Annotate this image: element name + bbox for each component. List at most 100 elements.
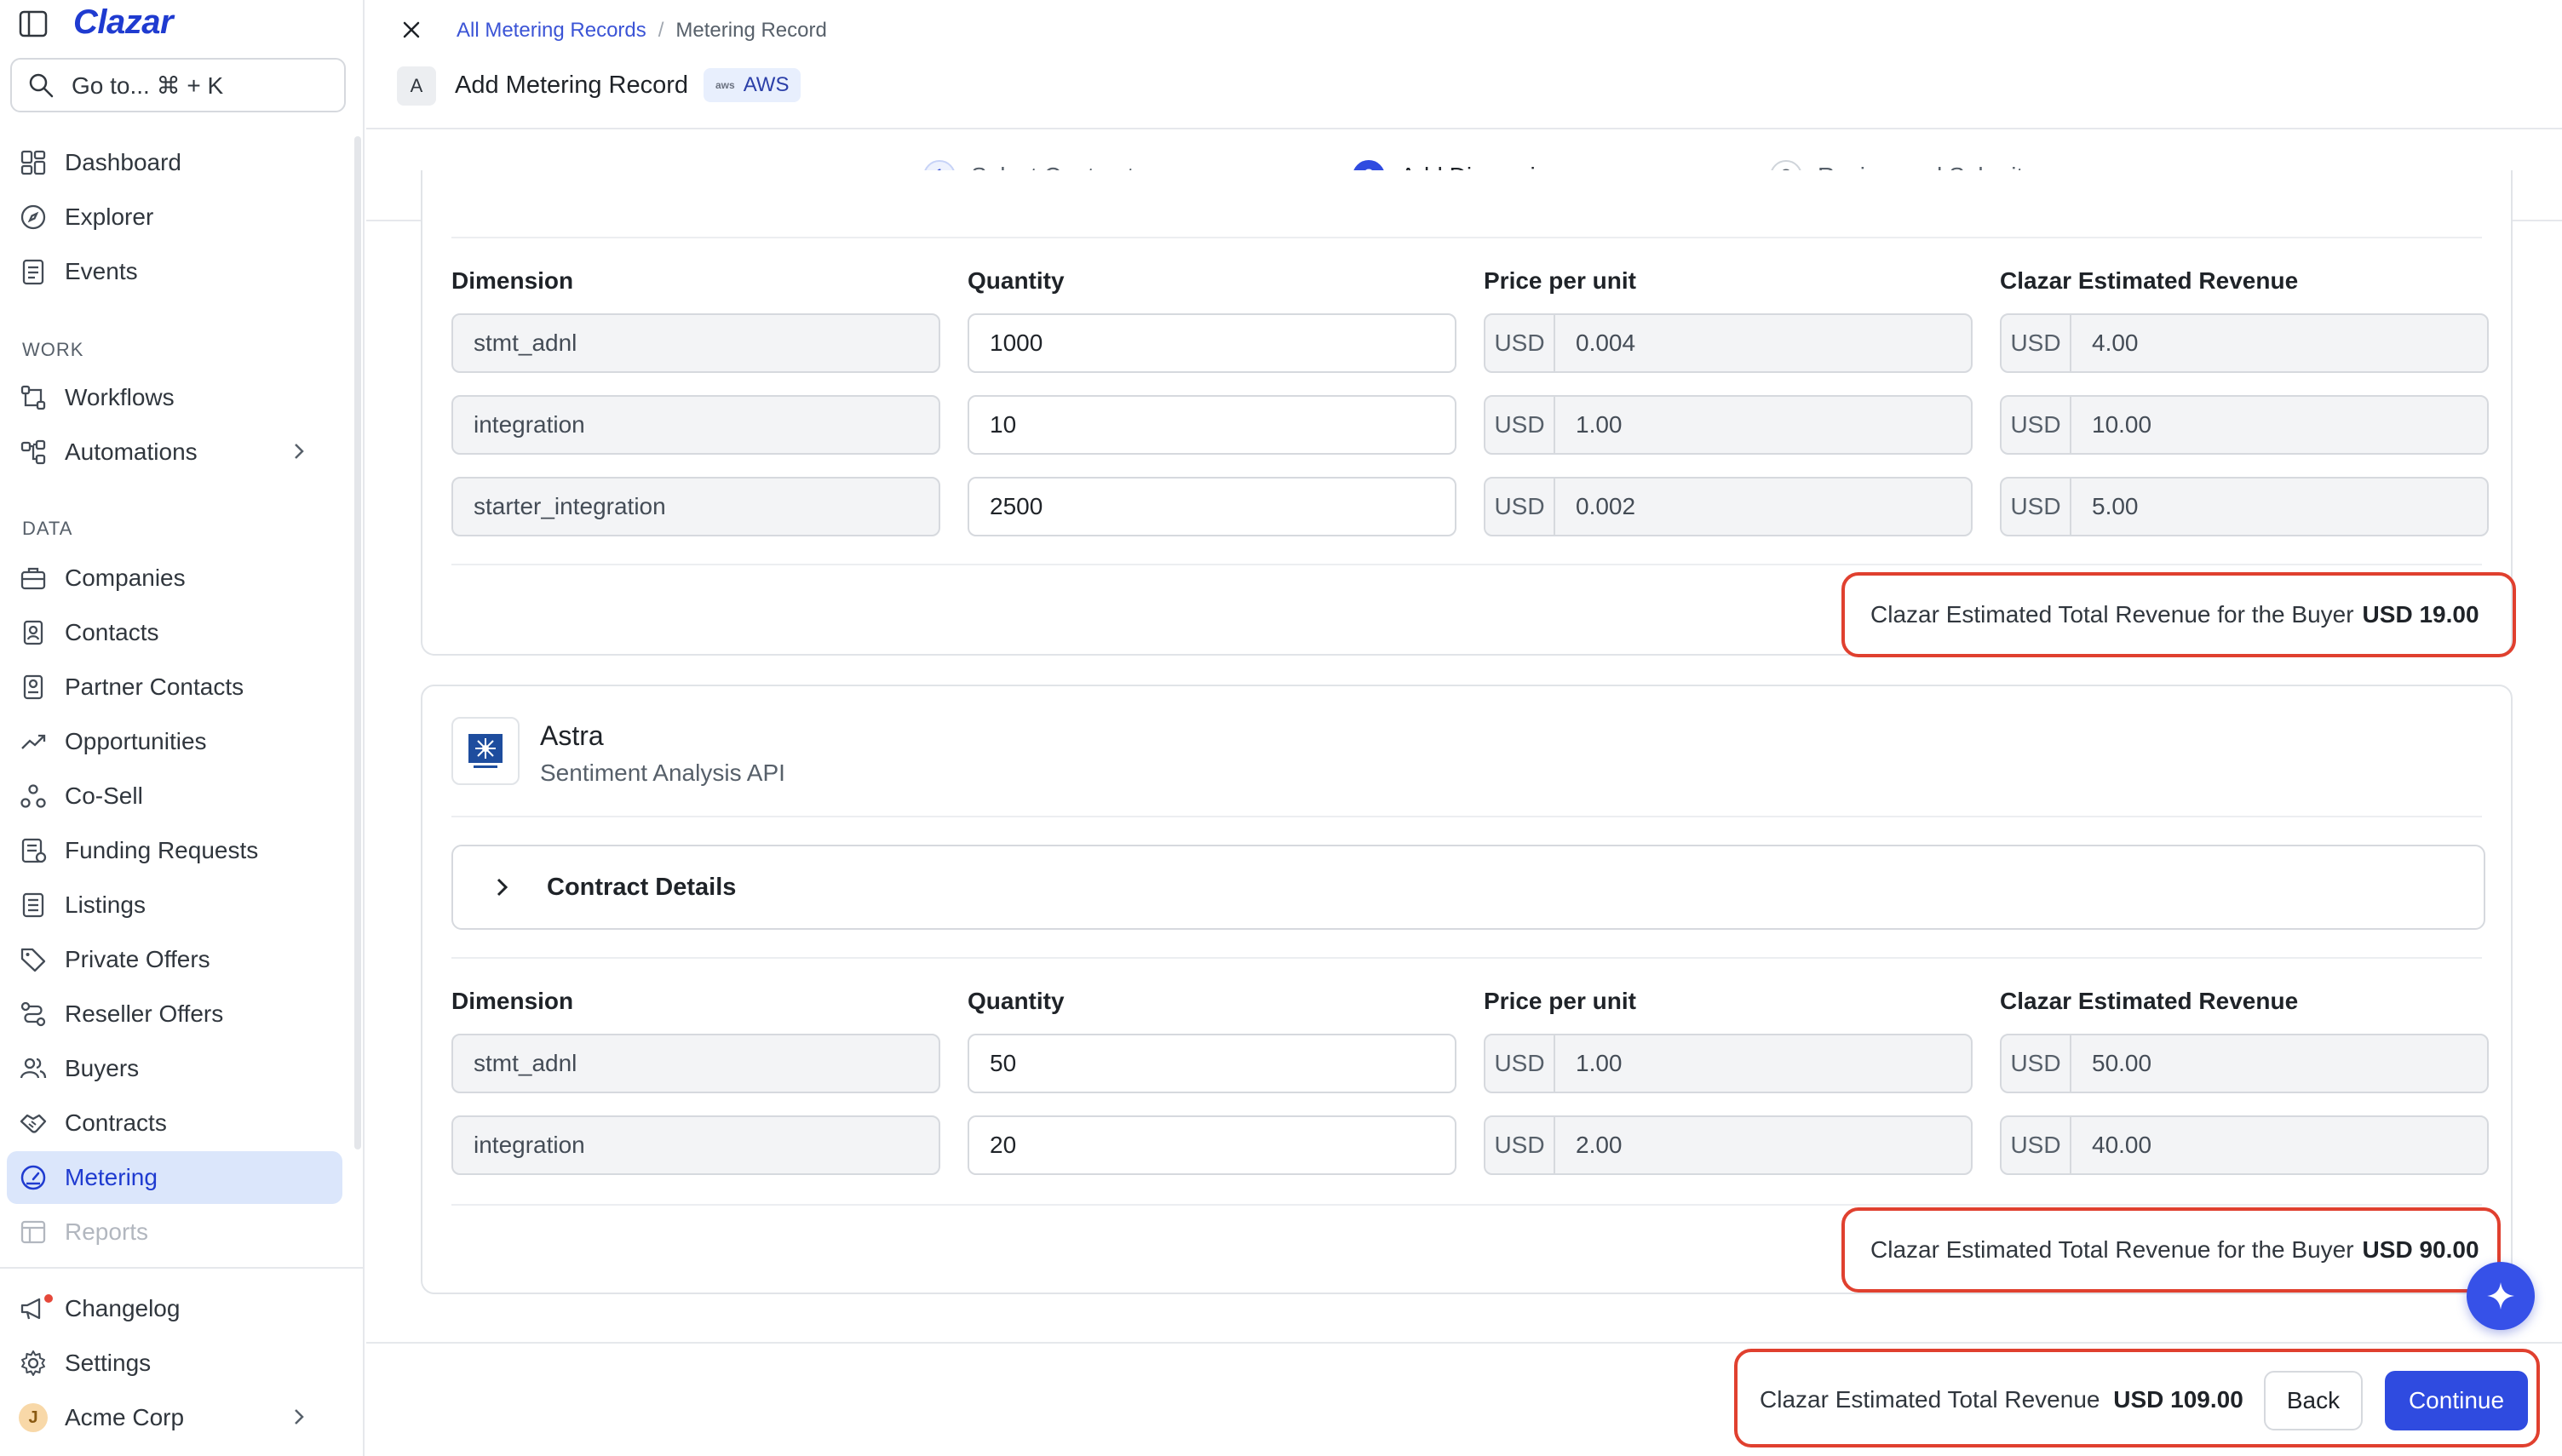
breadcrumb-current: Metering Record <box>675 19 827 42</box>
sidebar-item-metering[interactable]: Metering <box>7 1151 342 1204</box>
price-value: 0.004 <box>1576 330 1636 356</box>
currency-label: USD <box>2002 397 2071 453</box>
quantity-input[interactable]: 20 <box>968 1115 1456 1175</box>
compass-icon <box>20 204 46 230</box>
breadcrumb-separator: / <box>658 19 664 42</box>
sidebar-item-label: Buyers <box>65 1055 140 1081</box>
sidebar-item-private-offers[interactable]: Private Offers <box>7 933 342 986</box>
currency-label: USD <box>1485 1035 1555 1092</box>
quantity-input[interactable]: 2500 <box>968 477 1456 536</box>
column-header-revenue: Clazar Estimated Revenue <box>2000 267 2299 294</box>
sidebar-item-companies[interactable]: Companies <box>7 552 342 605</box>
buyer-total-revenue: Clazar Estimated Total Revenue for the B… <box>1841 1207 2501 1293</box>
grand-total-revenue: Clazar Estimated Total Revenue USD 109.0… <box>1760 1386 2243 1413</box>
ai-assistant-button[interactable] <box>2467 1262 2535 1330</box>
currency-label: USD <box>2002 1035 2071 1092</box>
quantity-input[interactable]: 10 <box>968 395 1456 455</box>
sidebar-item-label: Metering <box>65 1164 158 1190</box>
continue-button[interactable]: Continue <box>2385 1371 2528 1430</box>
dimension-value: integration <box>474 1132 585 1158</box>
tag-icon <box>20 948 46 972</box>
sidebar-item-funding-requests[interactable]: Funding Requests <box>7 824 342 877</box>
dimension-field: starter_integration <box>451 477 940 536</box>
sidebar-item-explorer[interactable]: Explorer <box>7 191 342 244</box>
currency-label: USD <box>2002 479 2071 535</box>
users-icon <box>20 1058 47 1079</box>
sidebar-item-label: Partner Contacts <box>65 674 244 700</box>
listing-icon <box>22 892 44 918</box>
app-logo[interactable]: Clazar <box>73 3 174 42</box>
quantity-value: 10 <box>990 411 1017 438</box>
sidebar-item-label: Settings <box>65 1350 152 1376</box>
price-value: 1.00 <box>1576 411 1623 438</box>
page-header: All Metering Records / Metering Record A… <box>366 0 2562 129</box>
contract-details-toggle[interactable]: Contract Details <box>451 845 2485 930</box>
sidebar-item-events[interactable]: Events <box>7 245 342 298</box>
buyer-total-revenue: Clazar Estimated Total Revenue for the B… <box>1841 572 2516 657</box>
account-avatar: J <box>19 1403 48 1432</box>
contact-card-icon <box>23 620 43 645</box>
quantity-value: 2500 <box>990 493 1043 519</box>
currency-label: USD <box>1485 315 1555 371</box>
close-icon[interactable] <box>397 15 426 44</box>
quantity-input[interactable]: 50 <box>968 1034 1456 1093</box>
sidebar-item-contracts[interactable]: Contracts <box>7 1097 342 1149</box>
sidebar-item-label: Explorer <box>65 203 154 230</box>
sidebar-toggle-icon[interactable] <box>19 10 48 37</box>
sidebar-item-account[interactable]: J Acme Corp <box>7 1391 342 1444</box>
sidebar-item-workflows[interactable]: Workflows <box>7 371 342 424</box>
record-avatar: A <box>397 66 436 106</box>
sidebar: Clazar Go to... ⌘ + K Dashboard Explorer… <box>0 0 365 1456</box>
section-label-work: WORK <box>22 339 84 360</box>
revenue-value: 10.00 <box>2092 411 2152 438</box>
sidebar-item-label: Opportunities <box>65 728 207 754</box>
partner-contact-icon <box>23 674 43 700</box>
sidebar-item-co-sell[interactable]: Co-Sell <box>7 770 342 823</box>
sidebar-scrollbar[interactable] <box>354 136 361 1149</box>
sidebar-item-listings[interactable]: Listings <box>7 879 342 931</box>
sidebar-item-contacts[interactable]: Contacts <box>7 606 342 659</box>
gear-icon <box>21 1350 45 1376</box>
breadcrumb-link[interactable]: All Metering Records <box>457 19 646 43</box>
product-name: Sentiment Analysis API <box>540 760 785 786</box>
revenue-field: USD 5.00 <box>2000 477 2489 536</box>
megaphone-icon <box>20 1298 41 1320</box>
column-header-dimension: Dimension <box>451 267 574 294</box>
sidebar-item-label: Private Offers <box>65 946 210 972</box>
column-header-price: Price per unit <box>1484 267 1636 294</box>
divider <box>451 1204 2482 1206</box>
goto-search-label: Go to... ⌘ + K <box>72 72 224 99</box>
sidebar-item-changelog[interactable]: Changelog <box>7 1282 342 1335</box>
divider <box>451 237 2482 238</box>
company-name: Astra <box>540 720 604 751</box>
sidebar-item-opportunities[interactable]: Opportunities <box>7 715 342 768</box>
buyer-total-label: Clazar Estimated Total Revenue for the B… <box>1870 601 2354 628</box>
sidebar-item-buyers[interactable]: Buyers <box>7 1042 342 1095</box>
back-button[interactable]: Back <box>2264 1371 2363 1430</box>
buyer-total-value: USD 90.00 <box>2362 1236 2479 1263</box>
sidebar-item-automations[interactable]: Automations <box>7 426 342 479</box>
sidebar-item-label: Dashboard <box>65 149 181 175</box>
revenue-field: USD 4.00 <box>2000 313 2489 373</box>
aws-logo-icon: aws <box>715 79 735 91</box>
column-header-price: Price per unit <box>1484 988 1636 1014</box>
sidebar-item-reseller-offers[interactable]: Reseller Offers <box>7 988 342 1040</box>
co-sell-icon <box>20 784 46 808</box>
sidebar-item-reports[interactable]: Reports <box>7 1206 342 1258</box>
goto-search[interactable]: Go to... ⌘ + K <box>10 58 346 112</box>
dimension-value: starter_integration <box>474 493 666 519</box>
automation-icon <box>20 439 46 465</box>
sidebar-item-label: Contracts <box>65 1109 167 1136</box>
sidebar-item-dashboard[interactable]: Dashboard <box>7 136 342 189</box>
sidebar-item-label: Automations <box>65 439 198 465</box>
sidebar-item-settings[interactable]: Settings <box>7 1337 342 1390</box>
dimension-field: stmt_adnl <box>451 313 940 373</box>
currency-label: USD <box>1485 397 1555 453</box>
quantity-input[interactable]: 1000 <box>968 313 1456 373</box>
quantity-value: 1000 <box>990 330 1043 356</box>
company-logo-icon <box>468 734 503 768</box>
sidebar-item-label: Funding Requests <box>65 837 259 863</box>
sidebar-item-partner-contacts[interactable]: Partner Contacts <box>7 661 342 714</box>
dimension-field: integration <box>451 395 940 455</box>
buyer-card-2: Astra Sentiment Analysis API Contract De… <box>421 685 2513 1294</box>
